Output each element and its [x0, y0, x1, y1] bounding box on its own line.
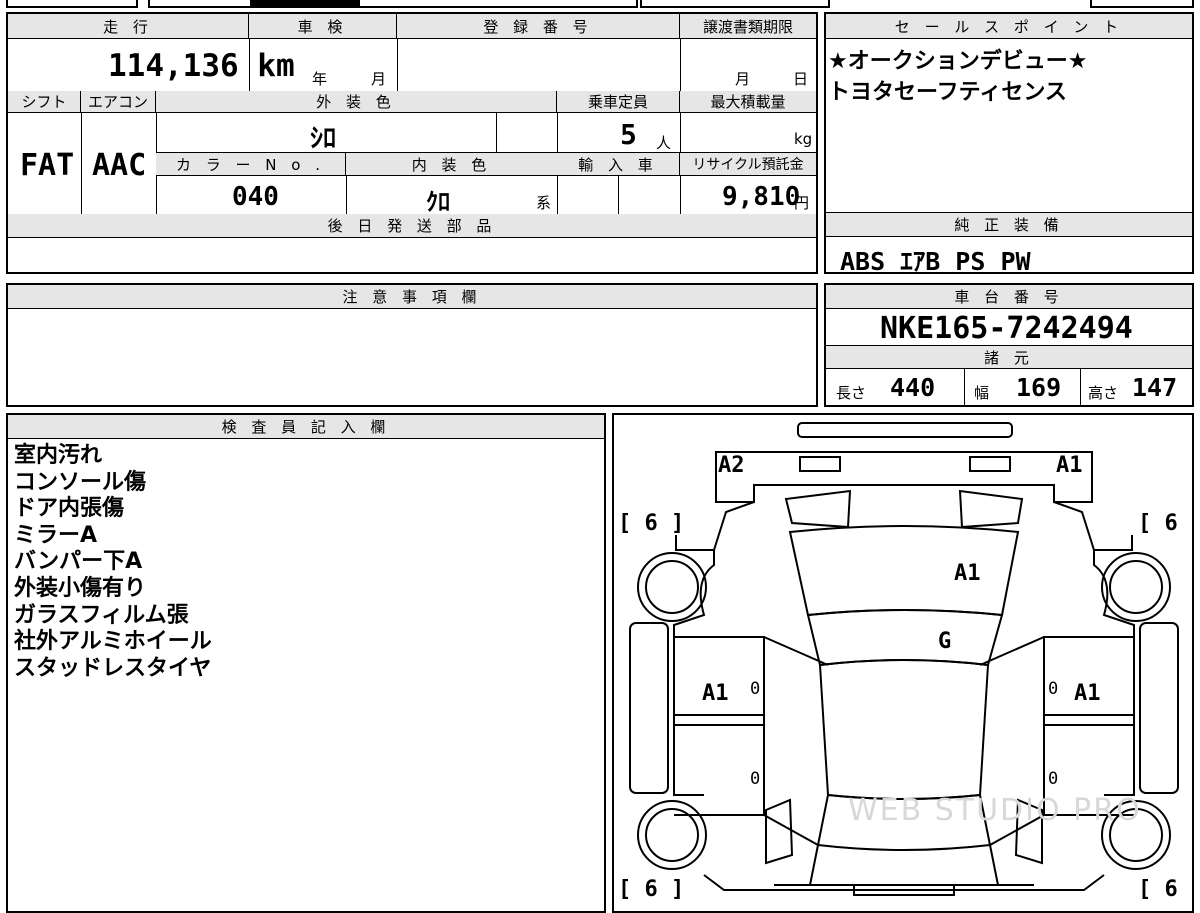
inspector-notes-box: 検 査 員 記 入 欄 室内汚れ コンソール傷 ドア内張傷 ミラーA バンパー下… — [6, 413, 606, 913]
sales-point-list: ★オークションデビュー★ トヨタセーフティセンス — [828, 46, 1087, 108]
transfer-deadline-header: 譲渡書類期限 — [680, 14, 816, 39]
height-label: 高さ — [1088, 384, 1119, 402]
sales-point-item: トヨタセーフティセンス — [828, 80, 1067, 105]
inspector-note: 外装小傷有り — [14, 575, 147, 601]
sales-point-box: セ ー ル ス ポ イ ン ト ★オークションデビュー★ トヨタセーフティセンス… — [824, 12, 1194, 276]
tire-top-right-tread: [ 6 ] — [1138, 511, 1192, 536]
deadline-day-unit: 日 — [793, 70, 809, 88]
shift-value: FAT — [20, 148, 75, 183]
length-label: 長さ — [836, 384, 867, 402]
inspector-note: 社外アルミホイール — [14, 629, 212, 655]
length-value: 440 — [890, 373, 936, 402]
zero-mark: 0 — [750, 769, 761, 789]
inspector-note: ミラーA — [14, 522, 98, 548]
inspector-note: スタッドレスタイヤ — [14, 655, 212, 681]
sales-point-item: ★オークションデビュー★ — [828, 49, 1088, 74]
inspection-year-unit: 年 — [312, 70, 328, 88]
inspector-notes-header: 検 査 員 記 入 欄 — [8, 415, 604, 439]
mileage-value: 114,136 km — [108, 48, 295, 84]
mirror-left-grade: A2 — [718, 453, 745, 478]
height-value: 147 — [1132, 373, 1178, 402]
standard-equipment-header: 純 正 装 備 — [826, 213, 1192, 237]
import-header: 輸 入 車 — [557, 153, 680, 176]
door-left-grade: A1 — [702, 681, 729, 706]
interior-suffix: 系 — [536, 194, 552, 212]
inspection-header: 車 検 — [249, 14, 397, 39]
inspector-note: ガラスフィルム張 — [14, 602, 189, 628]
inspection-month-unit: 月 — [371, 70, 387, 88]
top-strip — [0, 0, 1200, 8]
registration-header: 登 録 番 号 — [397, 14, 680, 39]
specs-header: 諸 元 — [826, 346, 1192, 369]
shift-header: シフト — [8, 91, 81, 113]
aircon-value: AAC — [92, 148, 147, 183]
width-label: 幅 — [974, 384, 990, 402]
zero-mark: 0 — [1048, 769, 1059, 789]
inspector-note: 室内汚れ — [14, 443, 103, 468]
capacity-unit: 人 — [656, 134, 672, 152]
inspector-notes-list: 室内汚れ コンソール傷 ドア内張傷 ミラーA バンパー下A 外装小傷有り ガラス… — [14, 443, 212, 682]
color-no-value: 040 — [232, 182, 279, 212]
standard-equipment-value: ABS ｴｱB PS PW — [840, 247, 1031, 276]
aircon-header: エアコン — [81, 91, 156, 113]
door-right-grade: A1 — [1074, 681, 1101, 706]
later-parts-header: 後 日 発 送 部 品 — [8, 214, 816, 238]
tire-top-left-tread: [ 6 ] — [618, 511, 685, 536]
max-load-header: 最大積載量 — [680, 91, 816, 113]
recycle-fee-unit: 円 — [794, 194, 810, 212]
tire-bottom-left-tread: [ 6 ] — [618, 877, 685, 902]
exterior-color-value: ｼﾛ — [310, 124, 337, 154]
color-no-header: カ ラ ー N o . — [156, 153, 346, 176]
recycle-fee-value: 9,810 — [722, 182, 801, 212]
chassis-number-header: 車 台 番 号 — [826, 285, 1192, 309]
deadline-month-unit: 月 — [735, 70, 751, 88]
mirror-right-grade: A1 — [1056, 453, 1083, 478]
capacity-value: 5 — [620, 118, 637, 151]
interior-color-header: 内 装 色 — [346, 153, 557, 176]
tire-bottom-right-tread: [ 6 ] — [1138, 877, 1192, 902]
inspector-note: バンパー下A — [14, 549, 143, 575]
vehicle-info-table: 走 行 車 検 登 録 番 号 譲渡書類期限 114,136 km 年 月 月 … — [6, 12, 818, 274]
sales-point-header: セ ー ル ス ポ イ ン ト — [826, 14, 1192, 39]
capacity-header: 乗車定員 — [557, 91, 680, 113]
windshield-grade: G — [938, 629, 952, 654]
recycle-fee-header: リサイクル預託金 — [680, 153, 816, 176]
inspector-note: コンソール傷 — [14, 469, 147, 495]
watermark: WEB STUDIO PRO — [848, 793, 1142, 828]
chassis-box: 車 台 番 号 NKE165-7242494 諸 元 長さ 440 幅 169 … — [824, 283, 1194, 407]
exterior-color-header: 外 装 色 — [156, 91, 557, 113]
hood-grade: A1 — [954, 561, 981, 586]
inspector-note: ドア内張傷 — [14, 496, 125, 522]
load-unit: kg — [794, 130, 813, 148]
car-diagram-box: A2 A1 A1 G A1 A1 [ 6 ] [ 6 ] [ 6 ] [ 6 ]… — [612, 413, 1194, 913]
interior-color-value: ｸﾛ — [426, 188, 450, 216]
zero-mark: 0 — [1048, 679, 1059, 699]
notes-box: 注 意 事 項 欄 — [6, 283, 818, 407]
car-outline-diagram — [629, 422, 1179, 896]
zero-mark: 0 — [750, 679, 761, 699]
chassis-number-value: NKE165-7242494 — [880, 311, 1133, 346]
mileage-header: 走 行 — [8, 14, 249, 39]
width-value: 169 — [1016, 373, 1062, 402]
notes-header: 注 意 事 項 欄 — [8, 285, 816, 309]
